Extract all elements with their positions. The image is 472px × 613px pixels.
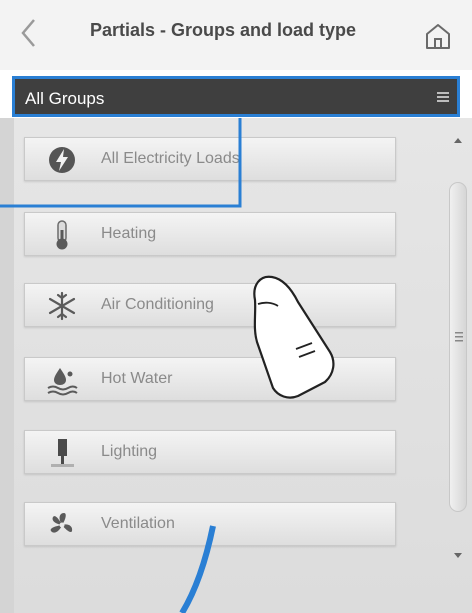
group-selector-label: All Groups [25,89,105,108]
list-item-label: Lighting [101,443,158,460]
scroll-down-arrow-icon[interactable] [447,544,469,566]
list-item-label: Heating [101,225,157,242]
header-bar: Partials - Groups and load type [0,0,472,70]
list-item-heating[interactable]: Heating [24,212,396,256]
home-icon [426,24,450,49]
list-item-air-conditioning[interactable]: Air Conditioning [24,283,396,327]
scrollbar-thumb[interactable] [449,182,467,512]
list-edge [0,118,14,613]
fan-icon [50,513,73,533]
list-item-lighting[interactable]: Lighting [24,430,396,474]
lamp-icon [51,439,74,467]
snowflake-icon [48,291,76,321]
back-button[interactable] [14,14,44,52]
scrollbar[interactable] [447,130,469,570]
list-item-label: Hot Water [101,370,173,387]
page-title: Partials - Groups and load type [90,20,357,40]
list-item-hot-water[interactable]: Hot Water [24,357,396,401]
chevron-left-icon [21,19,35,47]
group-selector[interactable]: All Groups [12,76,460,117]
list-item-ventilation[interactable]: Ventilation [24,502,396,546]
list-item-label: Air Conditioning [101,296,214,313]
list-item-all-electricity[interactable]: All Electricity Loads [24,137,396,181]
scroll-up-arrow-icon[interactable] [447,130,469,152]
grip-icon [455,332,463,342]
home-button[interactable] [422,20,454,52]
lightning-icon [49,147,75,173]
water-drop-waves-icon [47,368,78,396]
menu-icon[interactable] [437,91,449,103]
list-item-label: Ventilation [101,515,175,532]
list-item-label: All Electricity Loads [101,150,240,167]
thermometer-icon [56,220,68,250]
